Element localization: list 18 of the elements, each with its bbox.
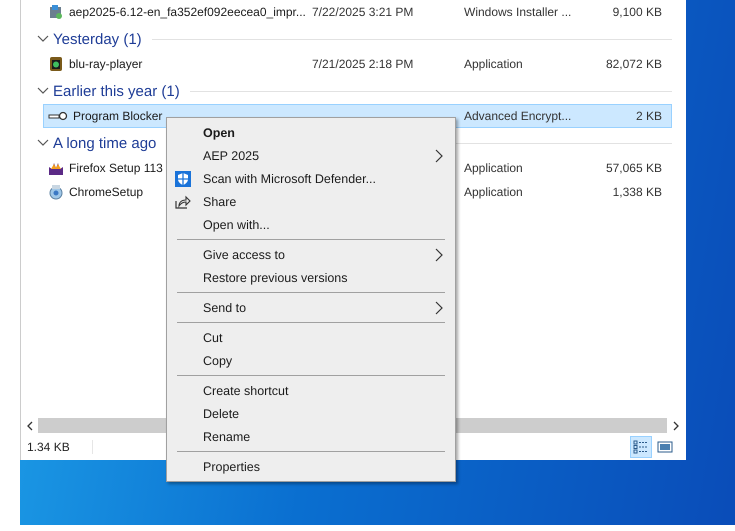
file-date: 7/21/2025 2:18 PM <box>312 57 414 71</box>
file-type: Application <box>464 161 523 175</box>
file-type: Advanced Encrypt... <box>464 109 572 123</box>
file-name: ChromeSetup <box>69 185 144 199</box>
file-name: blu-ray-player <box>69 57 142 71</box>
file-size: 2 KB <box>636 109 662 123</box>
file-type: Application <box>464 57 523 71</box>
status-text: 1.34 KB <box>27 440 70 454</box>
file-date: 7/22/2025 3:21 PM <box>312 5 414 19</box>
file-type: Windows Installer ... <box>464 5 572 19</box>
file-size: 9,100 KB <box>612 5 662 19</box>
file-name: aep2025-6.12-en_fa352ef092eecea0_impr... <box>69 5 306 19</box>
file-type: Application <box>464 185 523 199</box>
file-size: 57,065 KB <box>606 161 662 175</box>
file-size: 1,338 KB <box>612 185 662 199</box>
file-size: 82,072 KB <box>606 57 662 71</box>
file-name: Program Blocker <box>73 109 162 123</box>
file-name: Firefox Setup 113 <box>69 161 163 175</box>
